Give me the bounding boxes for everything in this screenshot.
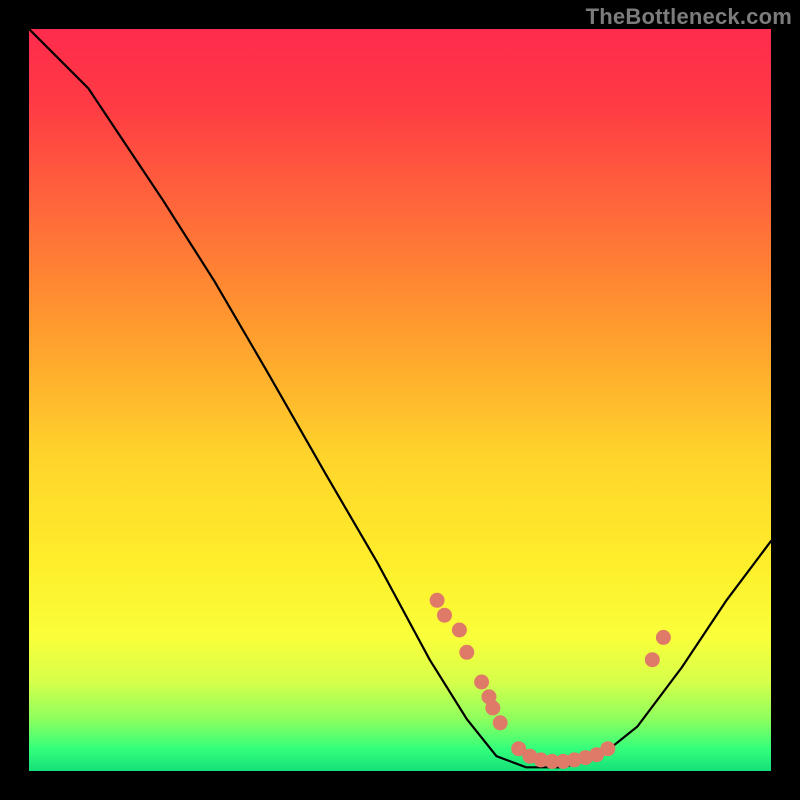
- plot-area: [29, 29, 771, 771]
- data-marker: [645, 653, 659, 667]
- data-marker: [438, 608, 452, 622]
- marker-group: [430, 593, 670, 768]
- watermark-label: TheBottleneck.com: [586, 4, 792, 30]
- chart-svg: [29, 29, 771, 771]
- bottleneck-curve: [29, 29, 771, 767]
- data-marker: [452, 623, 466, 637]
- chart-container: TheBottleneck.com: [0, 0, 800, 800]
- data-marker: [475, 675, 489, 689]
- data-marker: [460, 645, 474, 659]
- data-marker: [601, 742, 615, 756]
- data-marker: [486, 701, 500, 715]
- data-marker: [430, 593, 444, 607]
- data-marker: [656, 630, 670, 644]
- data-marker: [493, 716, 507, 730]
